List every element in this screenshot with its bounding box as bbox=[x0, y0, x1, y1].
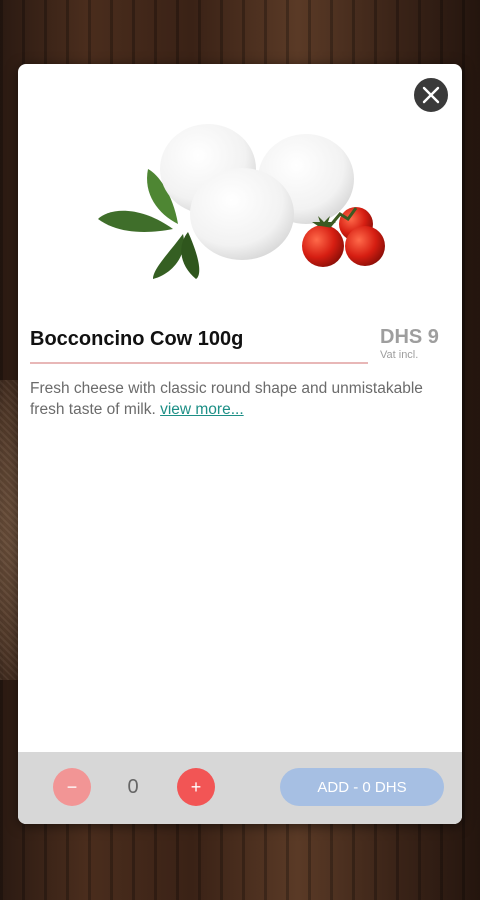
product-image bbox=[98, 124, 385, 279]
close-icon bbox=[422, 86, 440, 104]
decrease-quantity-button[interactable]: − bbox=[53, 768, 91, 806]
title-underline bbox=[30, 362, 368, 364]
price-block: DHS 9 Vat incl. bbox=[380, 326, 450, 361]
quantity-value: 0 bbox=[127, 776, 139, 798]
product-price: DHS 9 bbox=[380, 326, 439, 348]
close-button[interactable] bbox=[412, 76, 450, 114]
view-more-link[interactable]: view more... bbox=[160, 401, 244, 418]
product-dialog: Bocconcino Cow 100g DHS 9 Vat incl. Fres… bbox=[18, 64, 462, 824]
add-to-cart-button[interactable]: ADD - 0 DHS bbox=[280, 768, 444, 806]
vat-note: Vat incl. bbox=[380, 349, 419, 361]
minus-icon: − bbox=[66, 776, 78, 797]
cart-footer: − 0 + ADD - 0 DHS bbox=[18, 752, 462, 824]
title-row: Bocconcino Cow 100g DHS 9 Vat incl. bbox=[30, 322, 450, 368]
plus-icon: + bbox=[190, 776, 202, 797]
product-description: Fresh cheese with classic round shape an… bbox=[30, 378, 440, 420]
product-name: Bocconcino Cow 100g bbox=[30, 328, 244, 350]
increase-quantity-button[interactable]: + bbox=[177, 768, 215, 806]
